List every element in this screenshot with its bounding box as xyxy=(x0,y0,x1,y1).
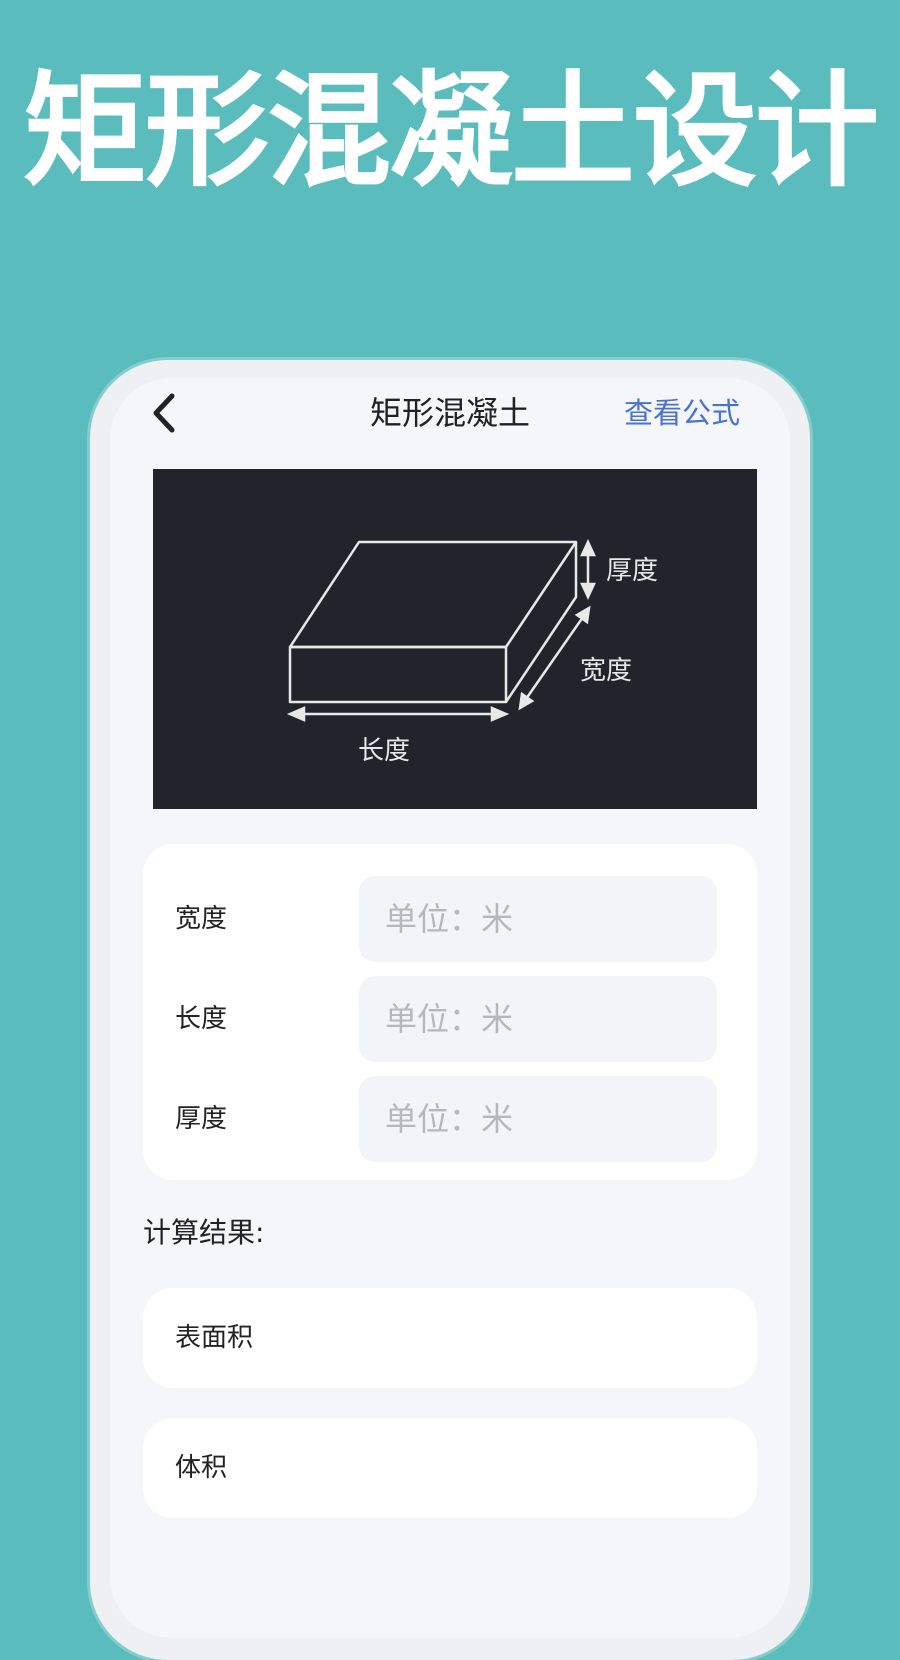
length-label: 长度 xyxy=(358,736,410,766)
width-field-label: 宽度 xyxy=(175,904,228,934)
slab-front-face xyxy=(288,645,508,704)
dimension-diagram: 厚度 宽度 长度 xyxy=(153,469,757,809)
width-label: 宽度 xyxy=(580,656,632,686)
length-row: 长度 xyxy=(143,976,757,1062)
slab-top-face xyxy=(288,540,578,649)
thickness-row: 厚度 xyxy=(143,1076,757,1162)
dimension-input-card: 宽度 长度 厚度 xyxy=(143,844,757,1180)
thickness-field-label: 厚度 xyxy=(175,1104,228,1134)
thickness-input[interactable] xyxy=(359,1076,717,1162)
width-row: 宽度 xyxy=(143,876,757,962)
width-input[interactable] xyxy=(359,876,717,962)
result-heading: 计算结果: xyxy=(143,1216,265,1249)
surface-area-label: 表面积 xyxy=(175,1323,254,1353)
thickness-label: 厚度 xyxy=(606,556,658,586)
volume-label: 体积 xyxy=(175,1453,228,1483)
volume-result: 体积 xyxy=(143,1418,757,1518)
promo-title: 矩形混凝土设计 xyxy=(22,60,879,204)
slab-diagram: 厚度 宽度 长度 xyxy=(286,539,658,766)
nav-bar: 矩形混凝土 查看公式 xyxy=(110,378,790,448)
view-formula-link[interactable]: 查看公式 xyxy=(624,388,740,438)
length-field-label: 长度 xyxy=(175,1004,228,1034)
length-input[interactable] xyxy=(359,976,717,1062)
surface-area-result: 表面积 xyxy=(143,1288,757,1388)
phone-screen: 矩形混凝土 查看公式 厚度 宽度 长度 宽度 单位：米 长度 单位：米 厚度 单… xyxy=(110,378,790,1638)
